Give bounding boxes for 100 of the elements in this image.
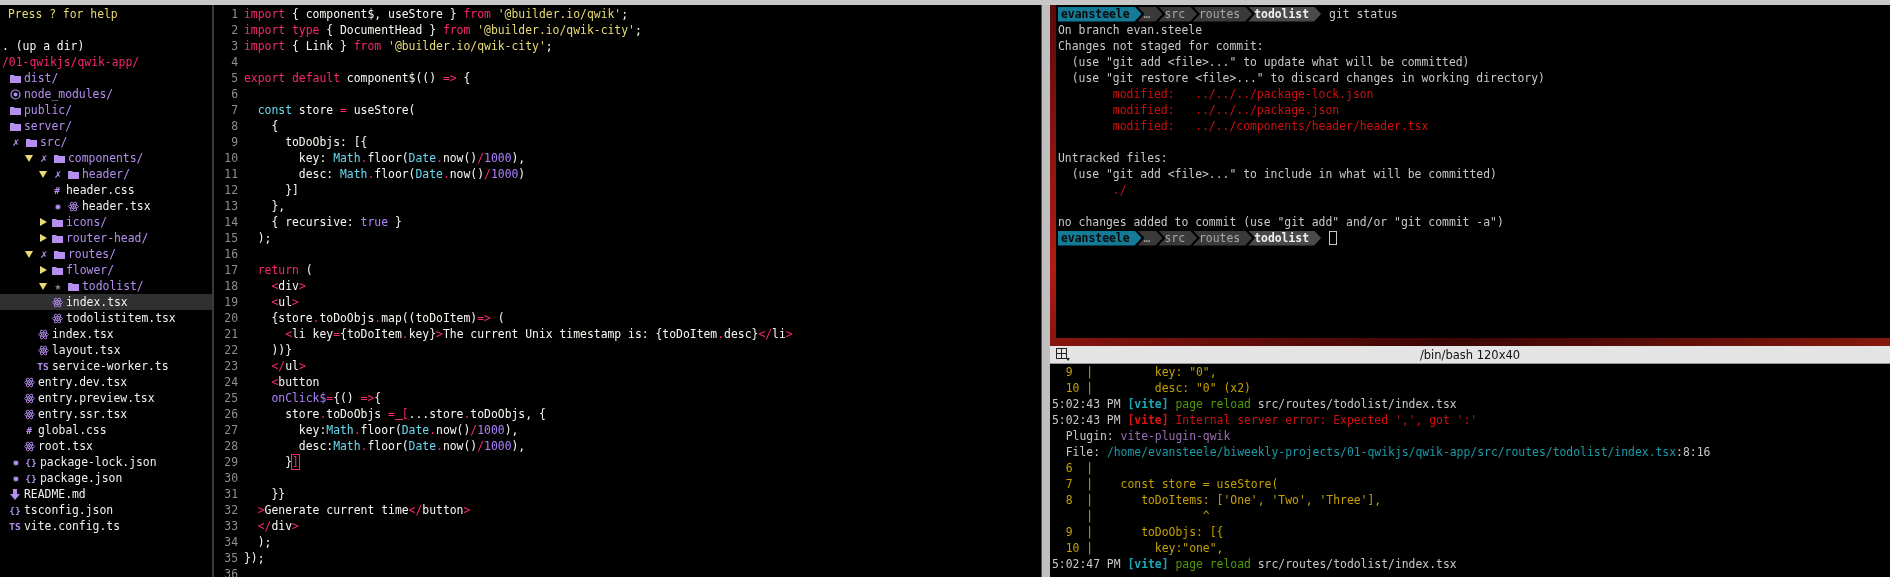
prompt-segment: todolist (1248, 230, 1322, 246)
code-line: desc: Math.floor(Date.now()/1000) (297, 166, 526, 182)
collapsed-arrow-icon[interactable] (39, 266, 47, 274)
tree-item[interactable]: router-head/ (0, 230, 212, 246)
terminal-line: 9 | toDoObjs: [{ (1064, 524, 1225, 540)
folder-name: header/ (81, 167, 130, 181)
line-number: 35 (223, 550, 239, 566)
terminal-line: no changes added to commit (use "git add" and/or "git commit -a") (1057, 214, 1505, 230)
code-line: return ( (256, 262, 313, 278)
tree-item[interactable]: TS vite.config.ts (0, 518, 212, 534)
tree-item[interactable]: entry.preview.tsx (0, 390, 212, 406)
folder-icon (25, 137, 37, 147)
line-number: 9 (230, 134, 239, 150)
tree-item[interactable]: node_modules/ (0, 86, 212, 102)
tree-item[interactable]: server/ (0, 118, 212, 134)
code-line: onClick$={() =>{ (270, 390, 382, 406)
file-name: entry.preview.tsx (37, 391, 155, 405)
folder-name: router-head/ (65, 231, 149, 245)
tree-item[interactable]: ✹ header.tsx (0, 198, 212, 214)
expanded-arrow-icon[interactable] (39, 170, 47, 178)
tree-item[interactable]: ✹ {} package.json (0, 470, 212, 486)
code-line: ))} (270, 342, 292, 358)
folder-icon (9, 105, 21, 115)
atom-icon (67, 200, 79, 212)
tree-item[interactable]: ✗ components/ (0, 150, 212, 166)
tree-item[interactable]: todolistitem.tsx (0, 310, 212, 326)
tree-item[interactable]: TS service-worker.ts (0, 358, 212, 374)
tree-item[interactable]: dist/ (0, 70, 212, 86)
expanded-arrow-icon[interactable] (39, 282, 47, 290)
file-name: entry.ssr.tsx (37, 407, 128, 421)
code-line: <li key={toDoItem.key}>The current Unix timestamp is: {toDoItem.desc}</li> (284, 326, 793, 342)
code-line: >Generate current time</button> (256, 502, 471, 518)
terminal-line: modified: ../../components/header/header.tsx (1111, 118, 1430, 134)
tree-item[interactable]: ★ todolist/ (0, 278, 212, 294)
file-name: vite.config.ts (23, 519, 120, 533)
up-dir-link[interactable]: . (up a dir) (0, 38, 85, 54)
tree-item[interactable]: {} tsconfig.json (0, 502, 212, 518)
tree-item[interactable]: # global.css (0, 422, 212, 438)
tree-item[interactable]: root.tsx (0, 438, 212, 454)
file-name: todolistitem.tsx (65, 311, 176, 325)
line-number: 11 (223, 166, 239, 182)
atom-icon (23, 392, 35, 404)
command-text: git status (1328, 7, 1398, 21)
tree-item[interactable]: ✗ src/ (0, 134, 212, 150)
terminal-line: Changes not staged for commit: (1057, 38, 1265, 54)
layout-grid-icon[interactable] (1056, 348, 1070, 361)
tree-item[interactable]: ✗ routes/ (0, 246, 212, 262)
folder-icon (53, 153, 65, 163)
tree-item[interactable]: README.md (0, 486, 212, 502)
folder-icon (67, 281, 79, 291)
git-status-mark: ★ (53, 279, 63, 293)
code-line: </div> (256, 518, 299, 534)
line-number: 22 (223, 342, 239, 358)
prompt-segment: todolist (1248, 6, 1322, 22)
collapsed-arrow-icon[interactable] (39, 218, 47, 226)
file-name: package-lock.json (39, 455, 157, 469)
down-arrow-icon (10, 488, 20, 500)
prompt-segment: … (1137, 6, 1163, 22)
code-line: <button (270, 374, 320, 390)
terminal-line: File: /home/evansteele/biweekly-projects/01-qwikjs/qwik-app/src/routes/todolist/index.tsx:8:16 (1064, 444, 1712, 460)
tree-item[interactable]: entry.ssr.tsx (0, 406, 212, 422)
folder-icon (67, 169, 79, 179)
code-line: {store.toDoObjs.map((toDoItem)=> ( (270, 310, 505, 326)
tree-item[interactable]: # header.css (0, 182, 212, 198)
line-number: 25 (223, 390, 239, 406)
collapsed-arrow-icon[interactable] (39, 234, 47, 242)
tree-item[interactable]: flower/ (0, 262, 212, 278)
line-number: 28 (223, 438, 239, 454)
tree-item[interactable]: ✹ {} package-lock.json (0, 454, 212, 470)
prompt-segment: routes (1193, 6, 1253, 22)
tree-item[interactable]: layout.tsx (0, 342, 212, 358)
git-status-mark: ✗ (11, 135, 21, 149)
line-number: 24 (223, 374, 239, 390)
tree-item[interactable]: entry.dev.tsx (0, 374, 212, 390)
code-line: import { Link } from '@builder.io/qwik-city'; (244, 38, 553, 54)
file-type-icon: # (22, 424, 36, 436)
terminal-line: 6 | (1064, 460, 1095, 476)
root-path: /01-qwikjs/qwik-app/ (1, 54, 140, 70)
line-number: 33 (223, 518, 239, 534)
tree-item[interactable]: public/ (0, 102, 212, 118)
expanded-arrow-icon[interactable] (25, 250, 33, 258)
atom-icon (23, 408, 35, 420)
git-status-mark: ✗ (39, 151, 49, 165)
folder-icon (9, 121, 21, 131)
folder-name: src/ (39, 135, 68, 149)
scrollbar[interactable] (1041, 5, 1050, 577)
folder-name: public/ (23, 103, 72, 117)
file-name: tsconfig.json (23, 503, 114, 517)
code-line: }, (270, 198, 286, 214)
atom-icon (51, 312, 63, 324)
line-number: 17 (223, 262, 239, 278)
tree-item[interactable]: icons/ (0, 214, 212, 230)
terminal-line: (use "git add <file>..." to include in what will be committed) (1070, 166, 1498, 182)
expanded-arrow-icon[interactable] (25, 154, 33, 162)
folder-name: routes/ (67, 247, 116, 261)
tree-item[interactable]: ✗ header/ (0, 166, 212, 182)
line-number: 5 (230, 70, 239, 86)
line-number: 29 (223, 454, 239, 470)
tree-item[interactable]: index.tsx (0, 294, 212, 310)
tree-item[interactable]: index.tsx (0, 326, 212, 342)
